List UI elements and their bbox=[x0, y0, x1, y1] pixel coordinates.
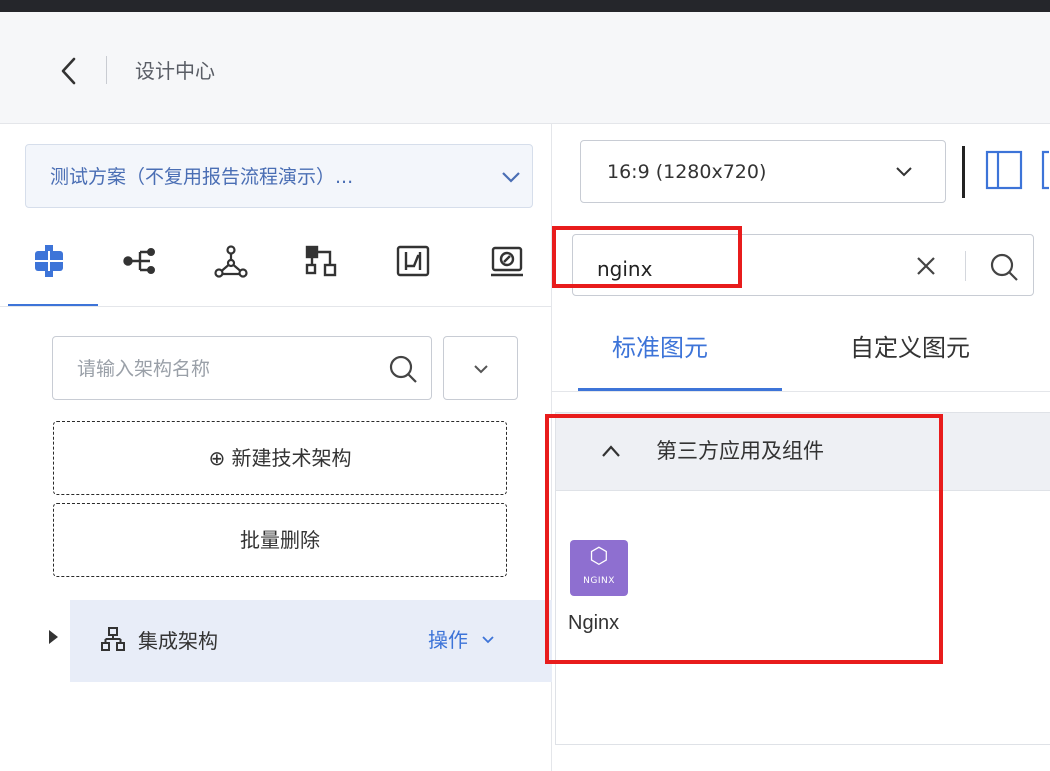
header-divider bbox=[106, 56, 107, 84]
chevron-down-icon bbox=[502, 172, 520, 183]
tab-sequence[interactable] bbox=[394, 242, 432, 280]
search-icon[interactable] bbox=[988, 251, 1020, 283]
tree-item-actions-button[interactable]: 操作 bbox=[428, 622, 496, 658]
tab-network[interactable] bbox=[212, 242, 250, 280]
plan-selector[interactable]: 测试方案（不复用报告流程演示）... bbox=[25, 144, 533, 208]
close-icon[interactable] bbox=[913, 253, 939, 279]
chevron-left-icon bbox=[61, 57, 76, 85]
architecture-search-input[interactable] bbox=[77, 353, 357, 385]
batch-delete-button[interactable]: 批量删除 bbox=[53, 503, 507, 577]
tree-item-label: 集成架构 bbox=[138, 629, 218, 653]
highlight-box-component bbox=[545, 414, 943, 664]
architecture-icon bbox=[35, 245, 63, 277]
canvas-ratio-select[interactable]: 16:9 (1280x720) bbox=[580, 140, 946, 203]
deploy-diagram-icon bbox=[491, 246, 523, 277]
architecture-search-box bbox=[52, 336, 432, 400]
branch-icon bbox=[123, 247, 156, 275]
chevron-down-icon bbox=[482, 636, 494, 644]
tab-architecture[interactable] bbox=[30, 242, 68, 280]
window-top-strip bbox=[0, 0, 1050, 12]
canvas-ratio-value: 16:9 (1280x720) bbox=[607, 161, 767, 183]
hierarchy-icon bbox=[101, 627, 125, 651]
tabs-divider bbox=[0, 306, 552, 307]
tab-standard-elements[interactable]: 标准图元 bbox=[612, 328, 708, 368]
architecture-filter-dropdown[interactable] bbox=[443, 336, 518, 400]
tab-custom-elements[interactable]: 自定义图元 bbox=[850, 328, 970, 368]
highlight-box-search bbox=[552, 226, 742, 288]
tabs-divider bbox=[552, 391, 1050, 392]
caret-right-icon[interactable] bbox=[46, 628, 60, 646]
page-title: 设计中心 bbox=[135, 59, 215, 83]
sequence-diagram-icon bbox=[396, 245, 430, 277]
actions-label: 操作 bbox=[428, 628, 468, 652]
batch-delete-label: 批量删除 bbox=[240, 528, 320, 552]
network-nodes-icon bbox=[214, 245, 248, 278]
chevron-down-icon bbox=[474, 365, 488, 374]
search-divider bbox=[965, 251, 966, 281]
new-architecture-label: ⊕ 新建技术架构 bbox=[208, 446, 352, 470]
tab-branch[interactable] bbox=[120, 242, 158, 280]
plan-selector-value: 测试方案（不复用报告流程演示）... bbox=[50, 166, 354, 188]
layout-panel-icon[interactable] bbox=[1040, 146, 1050, 194]
back-button[interactable] bbox=[54, 54, 84, 88]
tab-flow[interactable] bbox=[302, 242, 340, 280]
toolbar-divider bbox=[962, 146, 965, 198]
flow-blocks-icon bbox=[305, 245, 337, 277]
search-icon[interactable] bbox=[387, 353, 419, 385]
chevron-down-icon bbox=[896, 167, 912, 177]
layout-panel-icon[interactable] bbox=[985, 146, 1023, 194]
tab-deploy[interactable] bbox=[488, 242, 526, 280]
new-architecture-button[interactable]: ⊕ 新建技术架构 bbox=[53, 421, 507, 495]
